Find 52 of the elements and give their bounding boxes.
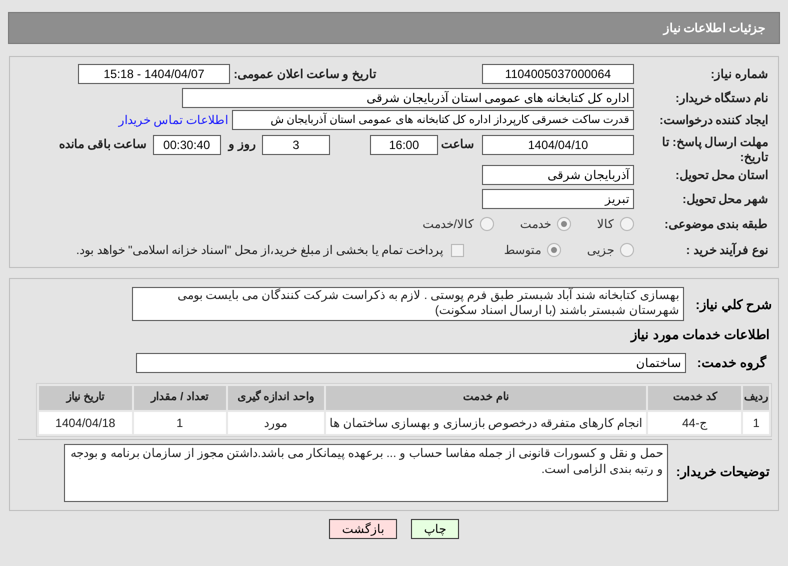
buyer-contact-link[interactable]: اطلاعات تماس خریدار bbox=[118, 111, 228, 129]
text-field[interactable]: تبریز bbox=[482, 189, 634, 209]
description-textarea[interactable]: بهسازی کتابخانه شند آباد شبستر طبق فرم پوستی . لازم به ذکراست شرکت کنندگان می بایست بومی شهرستان شبستر باشند (با ارسال اسناد سکونت) bbox=[132, 287, 684, 321]
column-header: تاریخ نیاز bbox=[39, 386, 132, 410]
field-label: استان محل تحویل: bbox=[674, 167, 769, 184]
field-label: طبقه بندی موضوعی: bbox=[663, 216, 769, 233]
field-label: شرح کلي نياز: bbox=[694, 296, 772, 314]
field-label: ساعت bbox=[440, 136, 474, 153]
table-cell: مورد bbox=[228, 412, 324, 434]
field-label: مهلت ارسال پاسخ: تا تاریخ: bbox=[661, 135, 770, 165]
table-cell: ج-44 bbox=[648, 412, 742, 434]
field-label: توضیحات خریدار: bbox=[675, 462, 771, 481]
option-label: جزیی bbox=[587, 242, 614, 259]
column-header: کد خدمت bbox=[648, 386, 742, 410]
text-field[interactable]: ساختمان bbox=[136, 352, 686, 372]
notes-textarea[interactable]: حمل و نقل و کسورات قانونی از جمله مفاسا حساب و ... برعهده پیمانکار می باشد.داشتن مجوز از سازمان برنامه و بودجه و رتبه بندی الزامی است. bbox=[64, 444, 668, 502]
checkbox-label: پرداخت تمام یا بخشی از مبلغ خرید،از محل "اسناد خزانه اسلامی" خواهد بود. bbox=[76, 242, 443, 259]
table-cell: 1404/04/18 bbox=[39, 412, 132, 434]
option-label: متوسط bbox=[504, 242, 541, 259]
field-label: تاریخ و ساعت اعلان عمومی: bbox=[232, 66, 376, 83]
page-title: جزئیات اطلاعات نیاز bbox=[663, 20, 765, 37]
column-header: واحد اندازه گیری bbox=[228, 386, 324, 410]
table-cell: 1 bbox=[743, 412, 769, 434]
column-header: ردیف bbox=[743, 386, 769, 410]
section-heading: اطلاعات خدمات مورد نیاز bbox=[629, 326, 771, 344]
column-header: تعداد / مقدار bbox=[134, 386, 226, 410]
field-label: گروه خدمت: bbox=[696, 354, 768, 372]
table-cell: 1 bbox=[134, 412, 226, 434]
option-label: خدمت bbox=[520, 216, 551, 233]
text-field[interactable]: 1404/04/10 bbox=[482, 135, 634, 155]
text-field[interactable]: 3 bbox=[262, 135, 330, 155]
text-field[interactable]: 1104005037000064 bbox=[482, 64, 634, 84]
text-field[interactable]: 1404/04/07 - 15:18 bbox=[78, 64, 230, 84]
field-label: شماره نیاز: bbox=[710, 66, 769, 83]
field-label: ایجاد کننده درخواست: bbox=[658, 112, 769, 129]
field-label: روز و bbox=[228, 136, 256, 153]
text-field[interactable]: 16:00 bbox=[370, 135, 438, 155]
text-field[interactable]: اداره کل کتابخانه های عمومی استان آذربایجان شرقی bbox=[182, 88, 634, 108]
text-field[interactable]: 00:30:40 bbox=[152, 135, 221, 155]
field-label: شهر محل تحویل: bbox=[681, 191, 769, 208]
text-field[interactable]: قدرت ساکت خسرقی کارپرداز اداره کل کتابخانه های عمومی استان آذربایجان ش bbox=[232, 110, 634, 130]
back-button[interactable]: بازگشت bbox=[329, 518, 397, 538]
option-label: کالا bbox=[597, 216, 614, 233]
column-header: نام خدمت bbox=[326, 386, 646, 410]
print-button[interactable]: چاپ bbox=[411, 518, 459, 538]
table-cell: انجام کارهای متفرقه درخصوص بازسازی و بهسازی ساختمان ها bbox=[326, 412, 646, 434]
checkbox[interactable] bbox=[451, 244, 464, 256]
field-label: نام دستگاه خریدار: bbox=[674, 90, 769, 107]
option-label: کالا/خدمت bbox=[422, 216, 474, 233]
field-label: ساعت باقی مانده bbox=[58, 136, 147, 153]
text-field[interactable]: آذربایجان شرقی bbox=[482, 165, 634, 185]
field-label: نوع فرآیند خرید : bbox=[685, 242, 769, 259]
